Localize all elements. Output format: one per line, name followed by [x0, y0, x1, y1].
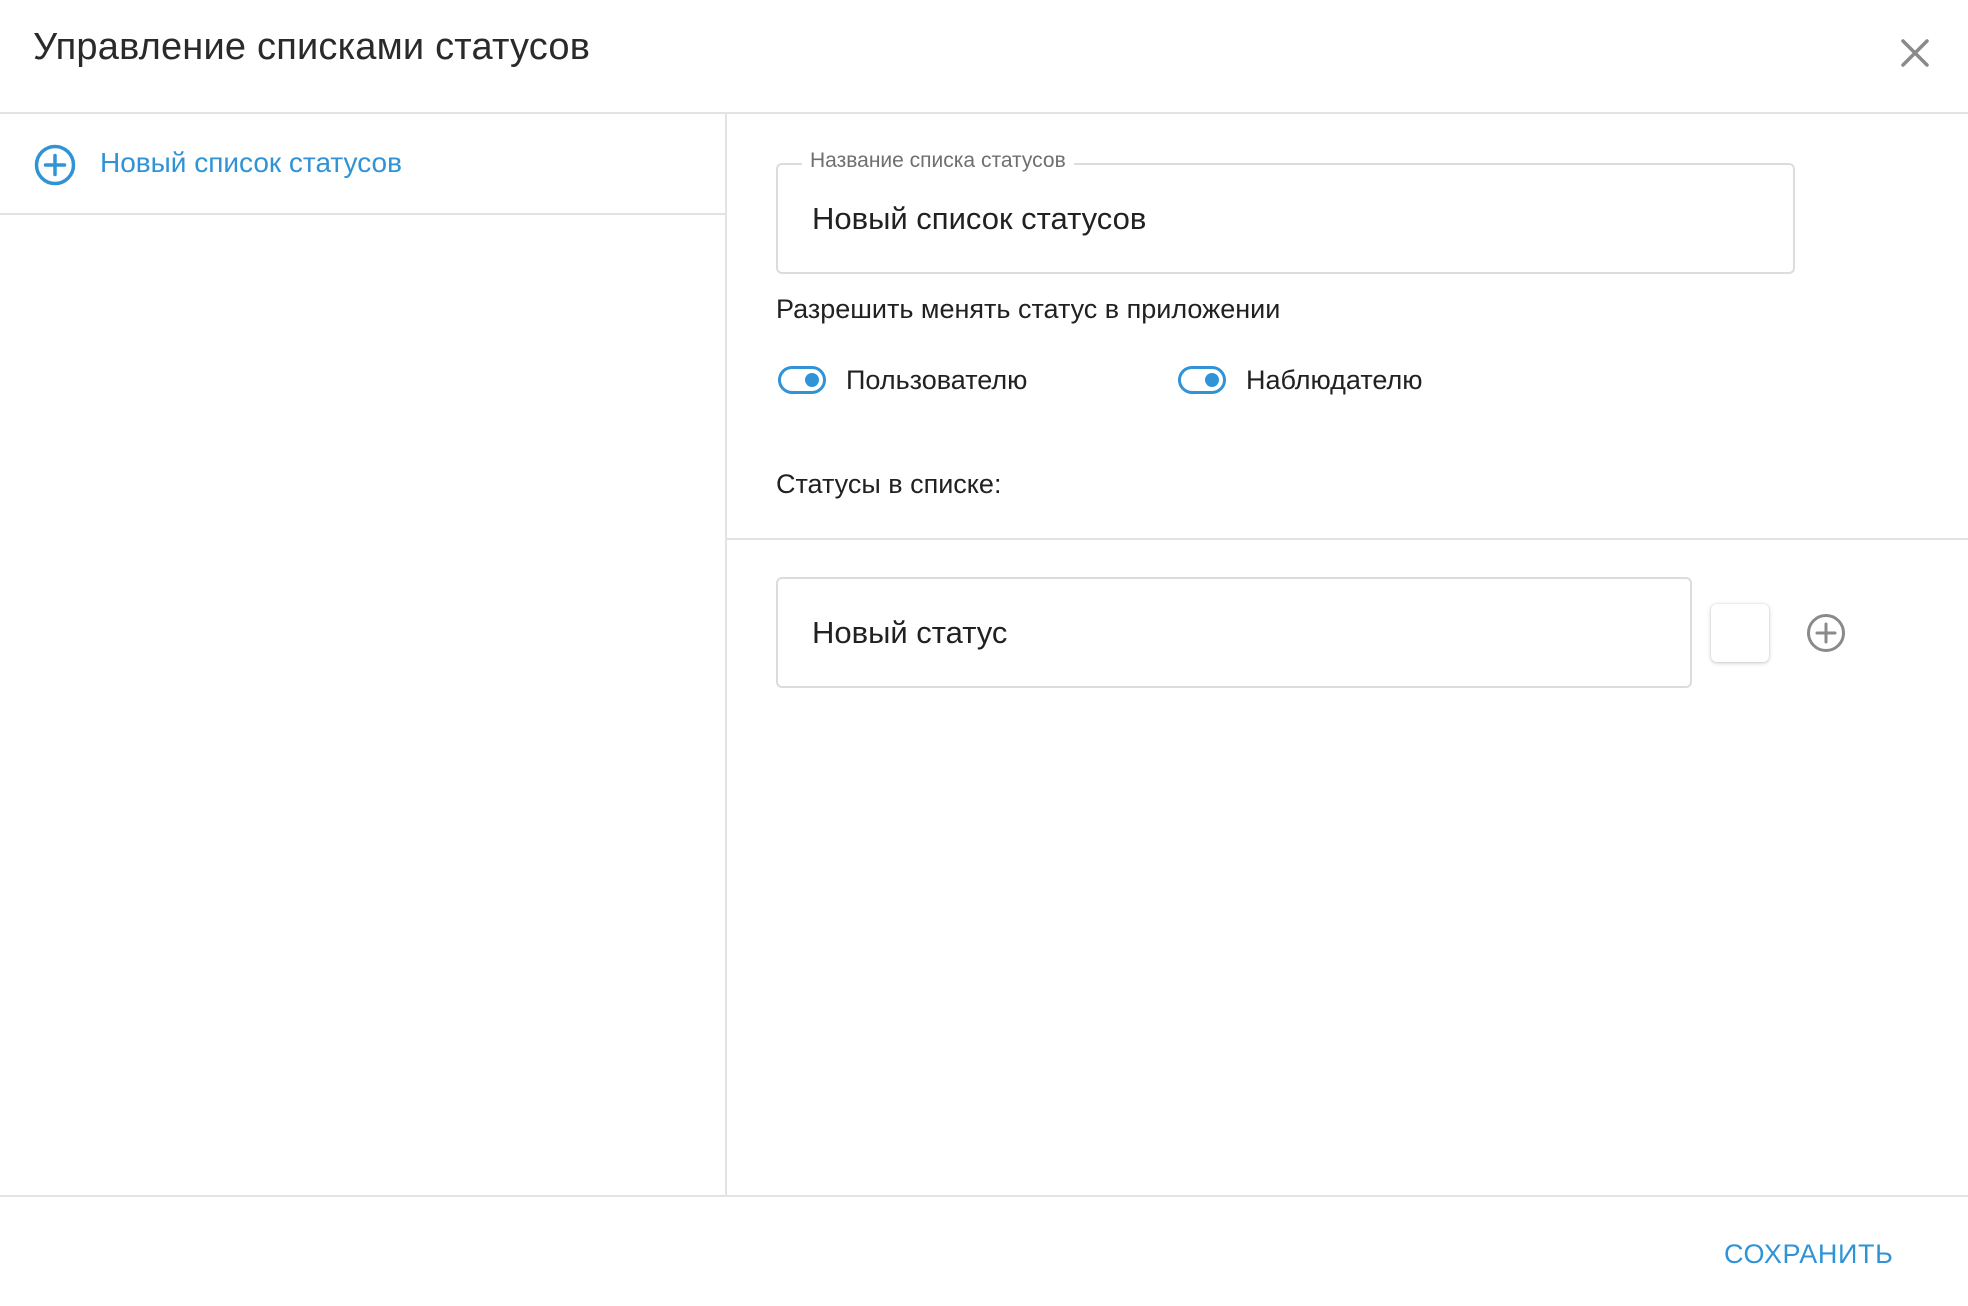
- permissions-title: Разрешить менять статус в приложении: [776, 294, 1281, 324]
- close-button[interactable]: [1892, 30, 1938, 76]
- dialog-header: Управление списками статусов: [0, 0, 1968, 114]
- statuses-divider: [727, 538, 1968, 540]
- close-icon: [1901, 39, 1929, 67]
- user-permission-label: Пользователю: [846, 364, 1028, 395]
- list-name-field-label: Название списка статусов: [802, 149, 1074, 173]
- toggle-switch[interactable]: [1178, 366, 1226, 394]
- new-status-list-button[interactable]: Новый список статусов: [0, 114, 725, 215]
- watcher-permission-toggle[interactable]: Наблюдателю: [1178, 358, 1423, 402]
- plus-circle-icon: [1807, 614, 1845, 652]
- list-name-field[interactable]: Название списка статусов: [776, 149, 1795, 274]
- watcher-permission-label: Наблюдателю: [1246, 364, 1423, 395]
- status-list-editor: Название списка статусов Разрешить менят…: [727, 114, 1968, 1197]
- status-lists-dialog: Управление списками статусов Новый списо…: [0, 0, 1968, 1306]
- list-name-input[interactable]: [812, 201, 1752, 237]
- user-permission-toggle[interactable]: Пользователю: [778, 358, 1027, 402]
- plus-circle-icon: [34, 144, 76, 186]
- toggle-knob: [805, 373, 819, 387]
- statuses-title: Статусы в списке:: [776, 469, 1002, 499]
- dialog-footer: СОХРАНИТЬ: [0, 1195, 1968, 1306]
- toggle-switch[interactable]: [778, 366, 826, 394]
- status-color-picker[interactable]: [1711, 604, 1769, 662]
- add-status-button[interactable]: [1805, 612, 1847, 654]
- toggle-knob: [1205, 373, 1219, 387]
- status-name-input[interactable]: [812, 615, 1652, 651]
- new-status-list-label: Новый список статусов: [100, 147, 402, 178]
- status-name-field[interactable]: [776, 577, 1692, 688]
- status-lists-sidebar: Новый список статусов: [0, 114, 727, 1197]
- dialog-title: Управление списками статусов: [33, 26, 591, 68]
- save-button[interactable]: СОХРАНИТЬ: [1724, 1239, 1893, 1270]
